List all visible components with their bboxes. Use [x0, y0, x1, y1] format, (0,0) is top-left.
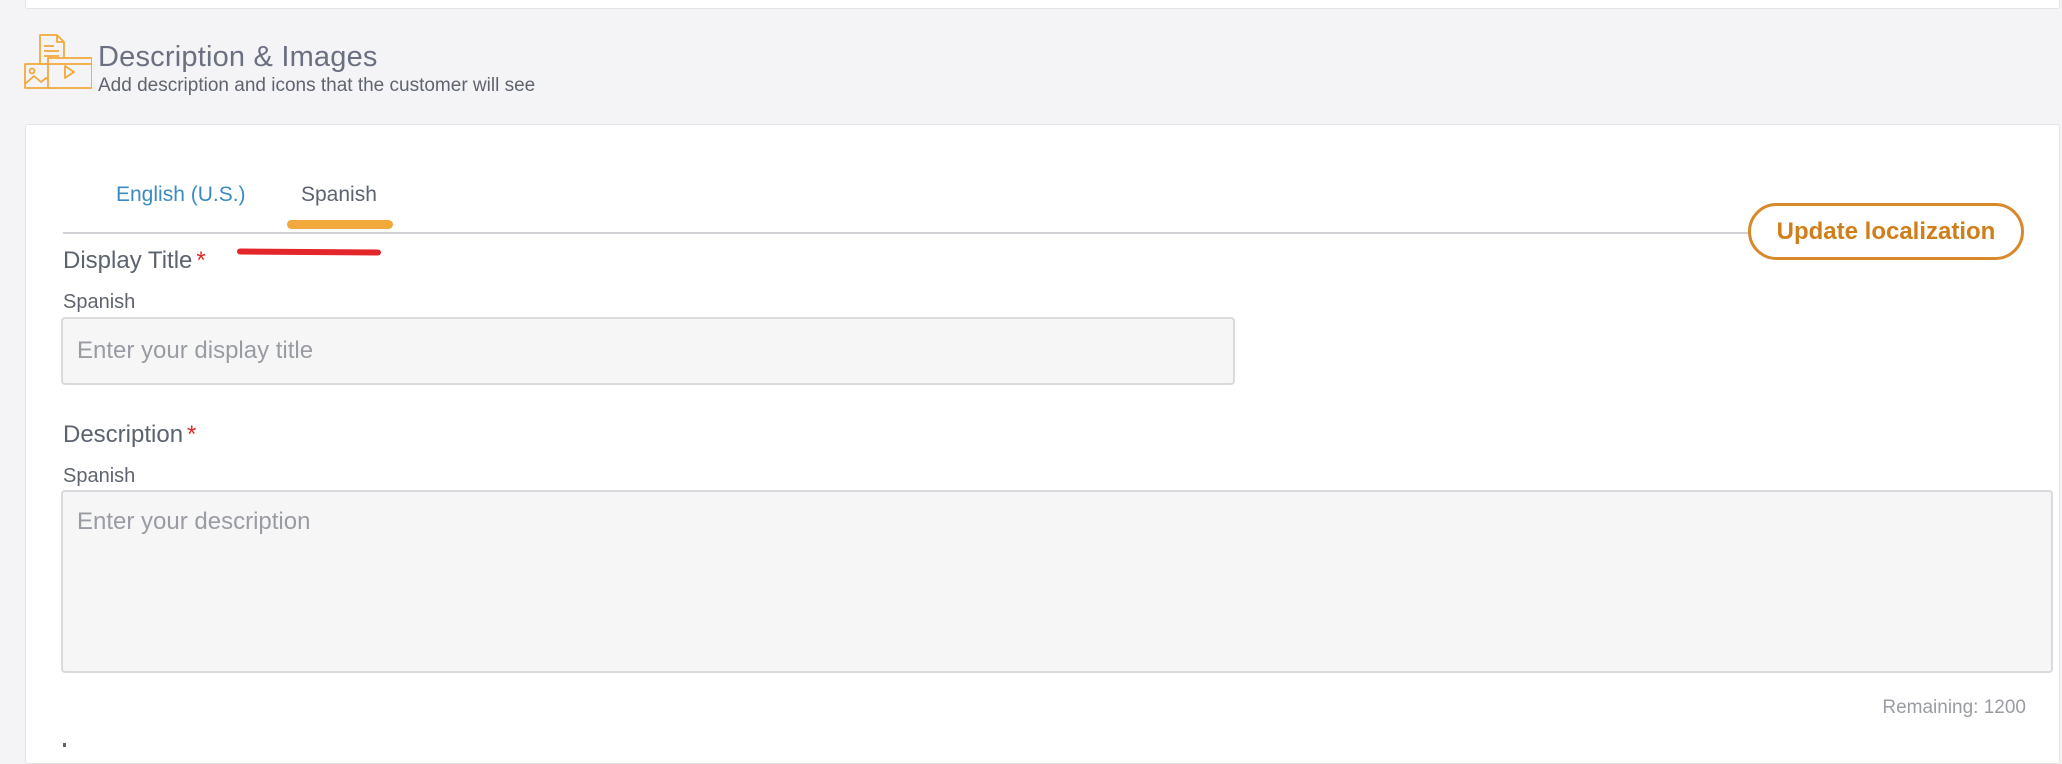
- display-title-language: Spanish: [63, 291, 136, 313]
- display-title-label-text: Display Title: [63, 247, 193, 274]
- section-title: Description & Images: [98, 41, 378, 73]
- red-underline-annotation: [236, 248, 382, 256]
- description-images-icon: [24, 34, 92, 89]
- description-textarea[interactable]: [61, 490, 2053, 673]
- display-title-label: Display Title *: [63, 246, 206, 276]
- next-field-label-fragment: [63, 743, 66, 747]
- required-marker: *: [187, 421, 197, 448]
- active-tab-indicator: [287, 220, 393, 229]
- required-marker: *: [196, 247, 206, 274]
- description-label-text: Description: [63, 421, 184, 448]
- tab-english-us[interactable]: English (U.S.): [116, 180, 246, 210]
- section-subtitle: Add description and icons that the custo…: [98, 75, 536, 96]
- remaining-characters-counter: Remaining: 1200: [1882, 697, 2026, 718]
- section-header: Description & Images Add description and…: [24, 34, 535, 96]
- tab-spanish[interactable]: Spanish: [301, 180, 377, 210]
- localization-card: English (U.S.) Spanish Update localizati…: [25, 124, 2060, 764]
- description-language: Spanish: [63, 465, 136, 487]
- display-title-input[interactable]: [61, 317, 1235, 385]
- update-localization-button[interactable]: Update localization: [1748, 203, 2024, 260]
- language-tabs: English (U.S.) Spanish: [63, 180, 1756, 234]
- previous-section-card: [25, 0, 2060, 9]
- description-label: Description *: [63, 420, 196, 450]
